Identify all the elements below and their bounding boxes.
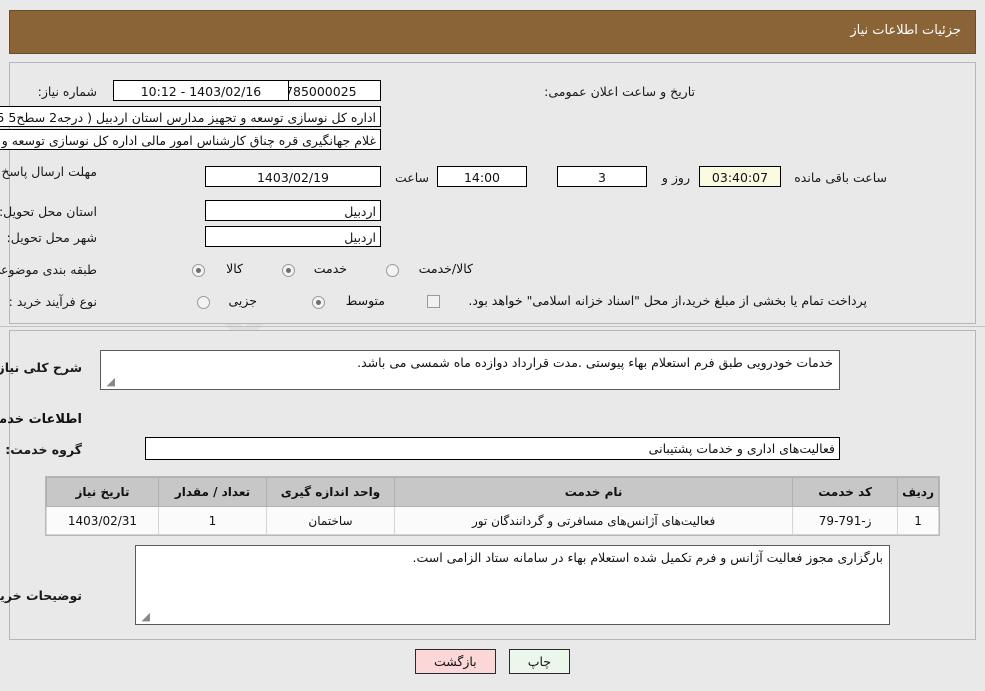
purchase-radio-motevaset[interactable] — [312, 296, 325, 309]
service-group-field: فعالیت‌های اداری و خدمات پشتیبانی — [145, 437, 840, 460]
delivery-province-field: اردبیل — [205, 200, 381, 221]
general-desc-textarea[interactable]: خدمات خودرویی طبق فرم استعلام بهاء پیوست… — [100, 350, 840, 390]
th-row: ردیف — [897, 477, 939, 507]
deadline-time-field: 14:00 — [437, 166, 527, 187]
category-option-kala-khedmat[interactable]: کالا/خدمت — [419, 261, 473, 276]
treasury-bond-note: پرداخت تمام یا بخشی از مبلغ خرید،از محل … — [468, 293, 867, 308]
footer-button-bar: بازگشت چاپ — [0, 649, 985, 674]
delivery-province-label: استان محل تحویل: — [0, 204, 97, 219]
announce-datetime-field: 1403/02/16 - 10:12 — [113, 80, 289, 101]
deadline-remaining-label: ساعت باقی مانده — [794, 170, 887, 185]
buyer-notes-textarea[interactable]: بارگزاری مجوز فعالیت آژانس و فرم تکمیل ش… — [135, 545, 890, 625]
treasury-bond-checkbox[interactable] — [427, 295, 440, 308]
category-option-khedmat[interactable]: خدمت — [314, 261, 347, 276]
deadline-time-label: ساعت — [394, 170, 429, 185]
purchase-process-label: نوع فرآیند خرید : — [8, 294, 97, 309]
services-table: ردیف کد خدمت نام خدمت واحد اندازه گیری ت… — [45, 476, 940, 536]
announce-datetime-label: تاریخ و ساعت اعلان عمومی: — [544, 84, 695, 99]
table-header-row: ردیف کد خدمت نام خدمت واحد اندازه گیری ت… — [46, 477, 939, 507]
deadline-label: مهلت ارسال پاسخ: تا تاریخ: — [0, 164, 97, 179]
th-code: کد خدمت — [792, 477, 899, 507]
application-window: AriaTender.net جزئیات اطلاعات نیاز شماره… — [0, 0, 985, 691]
th-name: نام خدمت — [393, 477, 794, 507]
deadline-date-field: 1403/02/19 — [205, 166, 381, 187]
purchase-option-jozii[interactable]: جزیی — [228, 293, 257, 308]
general-desc-label: شرح کلی نیاز: — [0, 360, 82, 375]
th-unit: واحد اندازه گیری — [266, 477, 395, 507]
resize-grip-icon[interactable]: ◢ — [103, 376, 115, 388]
service-group-label: گروه خدمت: — [5, 442, 82, 457]
category-radio-khedmat[interactable] — [282, 264, 295, 277]
cell-name: فعالیت‌های آژانس‌های مسافرتی و گردانندگا… — [393, 506, 794, 535]
delivery-city-label: شهر محل تحویل: — [6, 230, 97, 245]
deadline-days-field: 3 — [557, 166, 647, 187]
category-option-kala[interactable]: کالا — [226, 261, 243, 276]
need-summary-panel — [9, 62, 976, 324]
cell-row: 1 — [897, 506, 939, 535]
category-radio-kala[interactable] — [192, 264, 205, 277]
general-desc-value: خدمات خودرویی طبق فرم استعلام بهاء پیوست… — [357, 355, 833, 370]
delivery-city-field: اردبیل — [205, 226, 381, 247]
panel-divider — [0, 326, 985, 327]
requester-field: غلام جهانگیری قره چناق کارشناس امور مالی… — [0, 129, 381, 150]
cell-qty: 1 — [158, 506, 267, 535]
table-row[interactable]: 1 ز-791-79 فعالیت‌های آژانس‌های مسافرتی … — [46, 506, 939, 535]
page-title: جزئیات اطلاعات نیاز — [850, 23, 961, 38]
back-button[interactable]: بازگشت — [414, 649, 496, 674]
category-label: طبقه بندی موضوعی: — [0, 262, 97, 277]
cell-need-date: 1403/02/31 — [46, 506, 159, 535]
th-qty: تعداد / مقدار — [158, 477, 267, 507]
th-need-date: تاریخ نیاز — [46, 477, 159, 507]
window-title-bar: جزئیات اطلاعات نیاز — [9, 10, 976, 54]
buyer-notes-value: بارگزاری مجوز فعالیت آژانس و فرم تکمیل ش… — [412, 550, 883, 565]
resize-grip-icon-2[interactable]: ◢ — [138, 611, 150, 623]
cell-unit: ساختمان — [266, 506, 395, 535]
buyer-org-field: اداره کل نوسازی توسعه و تجهیز مدارس استا… — [0, 106, 381, 127]
cell-code: ز-791-79 — [792, 506, 899, 535]
services-section-heading: اطلاعات خدمات مورد نیاز — [0, 412, 82, 427]
category-radio-kala-khedmat[interactable] — [386, 264, 399, 277]
deadline-countdown-field: 03:40:07 — [699, 166, 781, 187]
buyer-notes-label: توضیحات خریدار: — [0, 588, 82, 603]
need-number-label: شماره نیاز: — [37, 84, 97, 99]
print-button[interactable]: چاپ — [508, 649, 571, 674]
purchase-option-motevaset[interactable]: متوسط — [346, 293, 385, 308]
deadline-days-label: روز و — [661, 170, 690, 185]
purchase-radio-jozii[interactable] — [197, 296, 210, 309]
